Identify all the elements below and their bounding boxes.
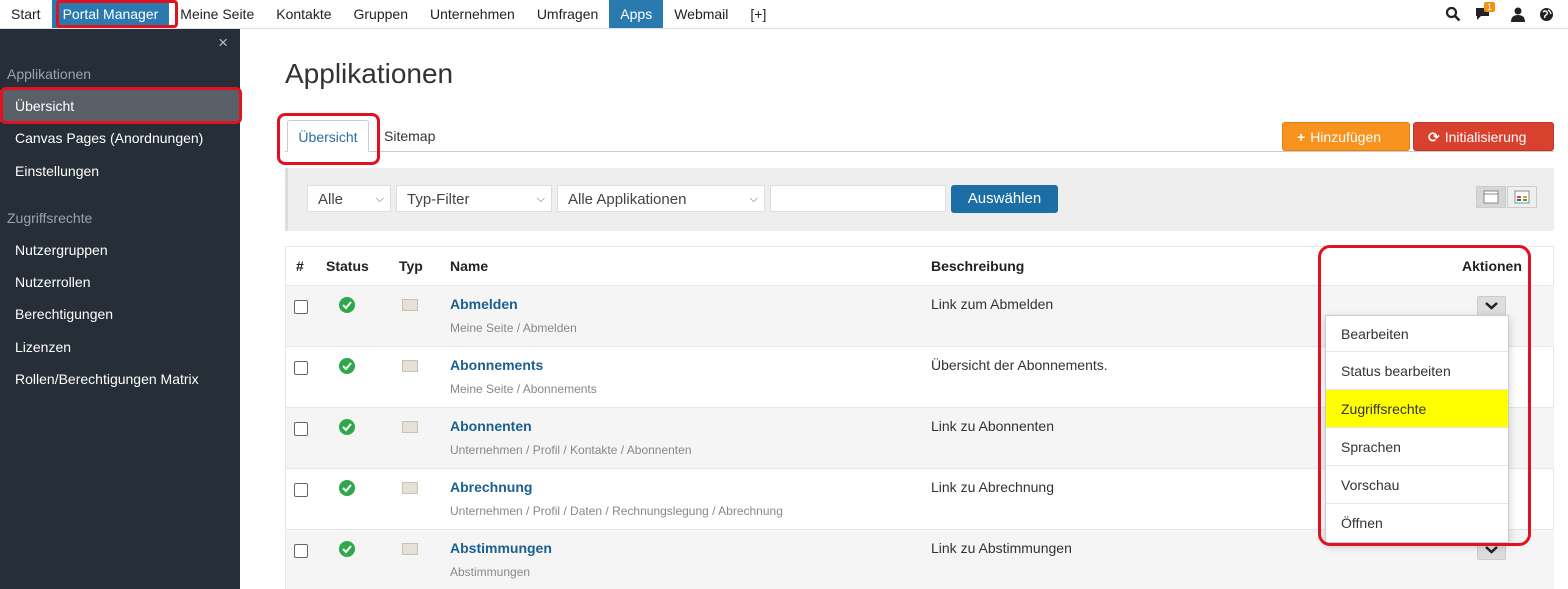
menu-item-status-bearbeiten[interactable]: Status bearbeiten bbox=[1326, 352, 1508, 390]
chevron-down-icon: ⌵ bbox=[536, 193, 545, 205]
app-description: Link zu Abstimmungen bbox=[931, 540, 1072, 556]
app-description: Link zu Abrechnung bbox=[931, 479, 1054, 495]
app-description: Übersicht der Abonnements. bbox=[931, 357, 1108, 373]
sidebar-item-berechtigungen[interactable]: Berechtigungen bbox=[0, 298, 240, 330]
sidebar-section-applikationen: Applikationen bbox=[7, 66, 92, 82]
app-path: Meine Seite / Abmelden bbox=[450, 321, 577, 335]
chevron-down-icon: ⌵ bbox=[749, 193, 758, 205]
type-filter-value: Typ-Filter bbox=[407, 191, 470, 208]
page-type-icon bbox=[402, 543, 418, 555]
nav-add-more[interactable]: [+] bbox=[739, 0, 777, 28]
nav-start[interactable]: Start bbox=[0, 0, 52, 28]
sidebar-item-canvas-pages[interactable]: Canvas Pages (Anordnungen) bbox=[0, 122, 240, 154]
col-header-actions: Aktionen bbox=[1462, 258, 1522, 274]
actions-dropdown-button[interactable] bbox=[1477, 296, 1506, 316]
close-sidebar-icon[interactable]: × bbox=[218, 33, 228, 53]
application-filter-value: Alle Applikationen bbox=[568, 191, 687, 208]
chevron-down-icon bbox=[1485, 302, 1498, 310]
app-name-link[interactable]: Abmelden bbox=[450, 296, 518, 312]
sidebar-item-lizenzen[interactable]: Lizenzen bbox=[0, 331, 240, 363]
row-checkbox[interactable] bbox=[294, 483, 308, 497]
chevron-down-icon: ⌵ bbox=[375, 193, 384, 205]
sidebar-item-rollen-matrix[interactable]: Rollen/Berechtigungen Matrix bbox=[0, 363, 240, 395]
nav-umfragen[interactable]: Umfragen bbox=[526, 0, 609, 28]
status-filter-select[interactable]: Alle ⌵ bbox=[307, 185, 391, 212]
main-menu: Start Portal Manager Meine Seite Kontakt… bbox=[0, 0, 777, 28]
app-name-link[interactable]: Abonnements bbox=[450, 357, 543, 373]
chat-icon[interactable]: 1 bbox=[1475, 2, 1497, 22]
app-description: Link zum Abmelden bbox=[931, 296, 1054, 312]
initialize-button-label: Initialisierung bbox=[1444, 129, 1527, 145]
initialize-button[interactable]: ⟳ Initialisierung bbox=[1413, 122, 1554, 151]
app-path: Unternehmen / Profil / Daten / Rechnungs… bbox=[450, 504, 783, 518]
row-checkbox[interactable] bbox=[294, 422, 308, 436]
app-description: Link zu Abonnenten bbox=[931, 418, 1054, 434]
tab-uebersicht[interactable]: Übersicht bbox=[287, 120, 369, 152]
plus-icon: + bbox=[1297, 129, 1306, 145]
menu-item-oeffnen[interactable]: Öffnen bbox=[1326, 504, 1508, 542]
menu-item-vorschau[interactable]: Vorschau bbox=[1326, 466, 1508, 504]
status-filter-value: Alle bbox=[318, 191, 344, 208]
add-button[interactable]: + Hinzufügen bbox=[1282, 122, 1410, 151]
menu-item-sprachen[interactable]: Sprachen bbox=[1326, 428, 1508, 466]
app-path: Abstimmungen bbox=[450, 565, 531, 579]
tab-sitemap[interactable]: Sitemap bbox=[384, 120, 435, 152]
status-check-icon bbox=[339, 480, 355, 496]
status-check-icon bbox=[339, 419, 355, 435]
top-navigation-bar: Start Portal Manager Meine Seite Kontakt… bbox=[0, 0, 1568, 29]
page-type-icon bbox=[402, 299, 418, 311]
search-icon[interactable] bbox=[1445, 6, 1461, 22]
sidebar-section-zugriffsrechte: Zugriffsrechte bbox=[7, 210, 93, 226]
select-button[interactable]: Auswählen bbox=[951, 185, 1058, 213]
sidebar-item-uebersicht[interactable]: Übersicht bbox=[0, 90, 240, 122]
list-view-icon[interactable] bbox=[1476, 186, 1506, 208]
refresh-icon: ⟳ bbox=[1428, 129, 1440, 145]
nav-webmail[interactable]: Webmail bbox=[663, 0, 739, 28]
actions-dropdown-button[interactable] bbox=[1477, 540, 1506, 560]
search-input[interactable] bbox=[770, 185, 946, 212]
row-checkbox[interactable] bbox=[294, 361, 308, 375]
menu-item-bearbeiten[interactable]: Bearbeiten bbox=[1326, 316, 1508, 352]
status-check-icon bbox=[339, 358, 355, 374]
top-icons: 1 bbox=[1445, 0, 1554, 28]
col-header-description: Beschreibung bbox=[931, 258, 1025, 274]
type-filter-select[interactable]: Typ-Filter ⌵ bbox=[396, 185, 552, 212]
page-type-icon bbox=[402, 482, 418, 494]
nav-meine-seite[interactable]: Meine Seite bbox=[169, 0, 265, 28]
col-header-type: Typ bbox=[399, 258, 423, 274]
status-check-icon bbox=[339, 297, 355, 313]
status-check-icon bbox=[339, 541, 355, 557]
sidebar-item-nutzergruppen[interactable]: Nutzergruppen bbox=[0, 234, 240, 266]
sidebar-item-nutzerrollen[interactable]: Nutzerrollen bbox=[0, 266, 240, 298]
add-button-label: Hinzufügen bbox=[1310, 129, 1382, 145]
nav-portal-manager[interactable]: Portal Manager bbox=[51, 0, 170, 28]
nav-unternehmen[interactable]: Unternehmen bbox=[419, 0, 526, 28]
app-path: Unternehmen / Profil / Kontakte / Abonne… bbox=[450, 443, 692, 457]
globe-icon[interactable] bbox=[1539, 7, 1554, 22]
grid-view-icon[interactable] bbox=[1507, 186, 1537, 208]
page-type-icon bbox=[402, 421, 418, 433]
nav-kontakte[interactable]: Kontakte bbox=[265, 0, 342, 28]
nav-gruppen[interactable]: Gruppen bbox=[343, 0, 419, 28]
app-name-link[interactable]: Abstimmungen bbox=[450, 540, 552, 556]
actions-dropdown-menu: Bearbeiten Status bearbeiten Zugriffsrec… bbox=[1325, 315, 1509, 543]
col-header-number: # bbox=[296, 258, 304, 274]
row-checkbox[interactable] bbox=[294, 300, 308, 314]
col-header-name: Name bbox=[450, 258, 489, 274]
row-checkbox[interactable] bbox=[294, 544, 308, 558]
menu-item-zugriffsrechte[interactable]: Zugriffsrechte bbox=[1326, 390, 1508, 428]
sidebar-item-einstellungen[interactable]: Einstellungen bbox=[0, 155, 240, 187]
app-path: Meine Seite / Abonnements bbox=[450, 382, 597, 396]
app-name-link[interactable]: Abrechnung bbox=[450, 479, 532, 495]
col-header-status: Status bbox=[326, 258, 369, 274]
page-title: Applikationen bbox=[285, 58, 454, 89]
chat-count-badge: 1 bbox=[1484, 2, 1496, 12]
application-filter-select[interactable]: Alle Applikationen ⌵ bbox=[557, 185, 765, 212]
nav-apps[interactable]: Apps bbox=[609, 0, 664, 28]
sidebar: × Applikationen Übersicht Canvas Pages (… bbox=[0, 29, 240, 589]
page-type-icon bbox=[402, 360, 418, 372]
app-name-link[interactable]: Abonnenten bbox=[450, 418, 532, 434]
chevron-down-icon bbox=[1485, 546, 1498, 554]
user-icon[interactable] bbox=[1511, 7, 1525, 22]
